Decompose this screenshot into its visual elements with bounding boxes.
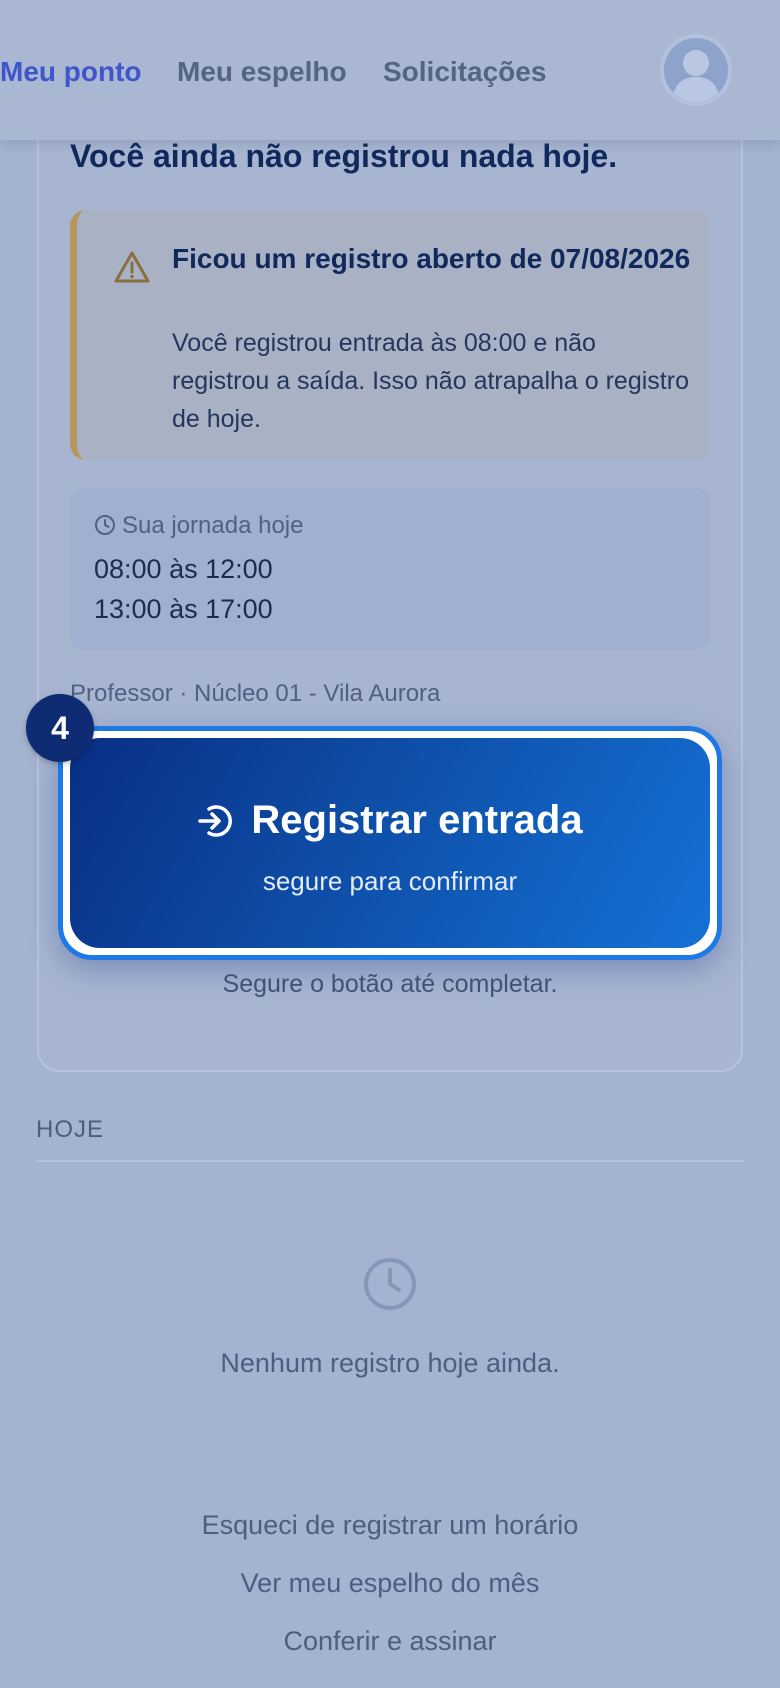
shift-period: 08:00 às 12:00 xyxy=(94,554,273,584)
register-entry-button[interactable]: Registrar entrada segure para confirmar xyxy=(58,726,722,960)
avatar[interactable] xyxy=(660,34,732,106)
check-sign-link[interactable]: Conferir e assinar xyxy=(0,1626,780,1657)
clock-icon xyxy=(95,515,115,535)
shift-heading-label: Sua jornada hoje xyxy=(122,512,304,539)
sign-in-icon xyxy=(198,805,233,837)
tab-solicitacoes[interactable]: Solicitações xyxy=(383,56,546,88)
forgot-register-link[interactable]: Esqueci de registrar um horário xyxy=(0,1510,780,1541)
clock-icon xyxy=(364,1258,416,1310)
user-avatar-icon xyxy=(672,50,720,102)
view-mirror-link[interactable]: Ver meu espelho do mês xyxy=(0,1568,780,1599)
open-record-warning: Ficou um registro aberto de 07/08/2026 V… xyxy=(70,210,710,460)
register-entry-label-row: Registrar entrada xyxy=(70,798,710,843)
register-entry-label: Registrar entrada xyxy=(251,798,583,842)
hold-hint: Segure o botão até completar. xyxy=(222,970,558,998)
warning-title: Ficou um registro aberto de 07/08/2026 xyxy=(172,243,691,274)
today-section-label: HOJE xyxy=(36,1116,105,1143)
step-badge: 4 xyxy=(26,694,94,762)
tab-meu-espelho[interactable]: Meu espelho xyxy=(177,56,347,88)
register-entry-button-face[interactable]: Registrar entrada segure para confirmar xyxy=(70,738,710,948)
empty-records-text: Nenhum registro hoje ainda. xyxy=(220,1348,560,1378)
role-location: Professor · Núcleo 01 - Vila Aurora xyxy=(70,680,441,707)
shift-heading: Sua jornada hoje xyxy=(94,512,303,540)
warning-text: Você registrou entrada às 08:00 e não re… xyxy=(172,329,689,433)
tab-meu-ponto[interactable]: Meu ponto xyxy=(0,56,142,88)
top-nav: Meu ponto Meu espelho Solicitações xyxy=(0,0,780,140)
warning-triangle-icon xyxy=(114,251,150,283)
shift-info: Sua jornada hoje 08:00 às 12:00 13:00 às… xyxy=(70,488,710,650)
shift-period: 13:00 às 17:00 xyxy=(94,594,273,624)
section-divider xyxy=(36,1160,744,1162)
card-title: Você ainda não registrou nada hoje. xyxy=(70,138,618,174)
register-entry-sublabel: segure para confirmar xyxy=(262,866,518,896)
